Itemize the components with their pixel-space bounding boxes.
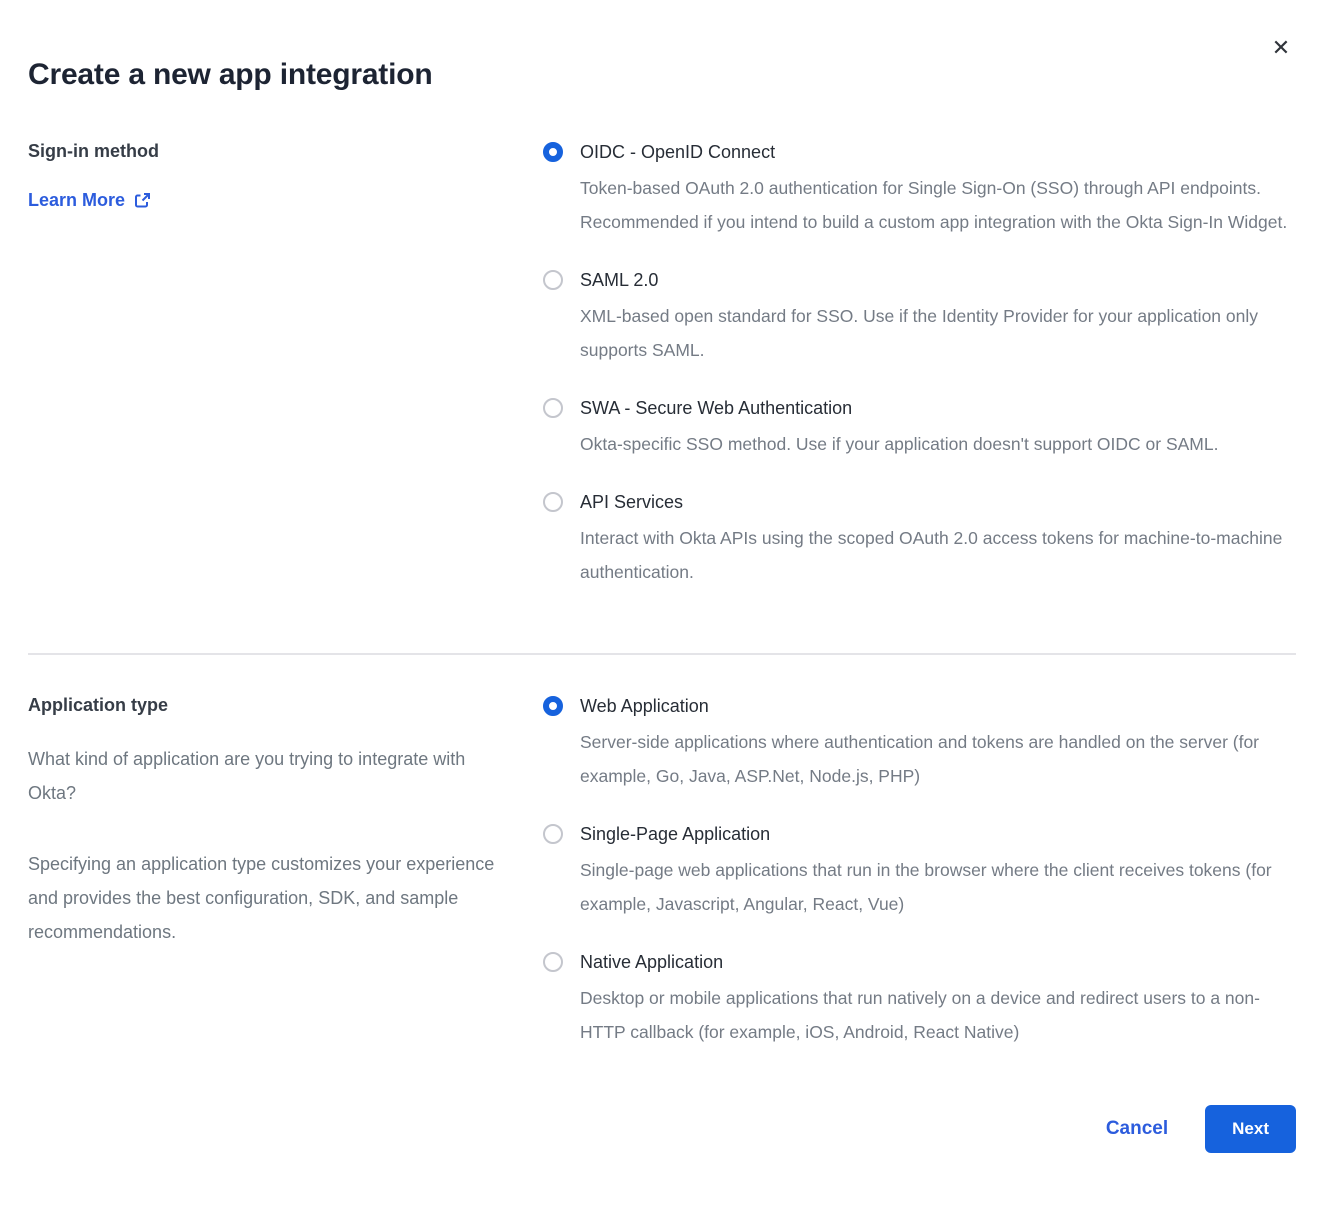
- application-type-section: Application type What kind of applicatio…: [28, 694, 1296, 1049]
- option-label[interactable]: Web Application: [580, 694, 1292, 718]
- option-description: Interact with Okta APIs using the scoped…: [580, 521, 1292, 589]
- application-type-heading: Application type: [28, 694, 513, 716]
- option-content: API Services Interact with Okta APIs usi…: [580, 490, 1292, 589]
- learn-more-label: Learn More: [28, 190, 125, 211]
- option-label[interactable]: Native Application: [580, 950, 1292, 974]
- radio-icon[interactable]: [543, 696, 563, 716]
- create-app-integration-dialog: ✕ Create a new app integration Sign-in m…: [0, 0, 1332, 1210]
- apptype-option-native[interactable]: Native Application Desktop or mobile app…: [543, 950, 1296, 1049]
- option-description: Single-page web applications that run in…: [580, 853, 1292, 921]
- signin-option-oidc[interactable]: OIDC - OpenID Connect Token-based OAuth …: [543, 140, 1296, 239]
- application-type-question: What kind of application are you trying …: [28, 742, 513, 810]
- application-type-detail: Specifying an application type customize…: [28, 847, 513, 949]
- signin-method-heading: Sign-in method: [28, 140, 513, 162]
- option-content: Web Application Server-side applications…: [580, 694, 1292, 793]
- learn-more-link[interactable]: Learn More: [28, 190, 151, 211]
- section-divider: [28, 653, 1296, 655]
- page-title: Create a new app integration: [28, 0, 1296, 92]
- apptype-option-web[interactable]: Web Application Server-side applications…: [543, 694, 1296, 793]
- option-content: Native Application Desktop or mobile app…: [580, 950, 1292, 1049]
- option-description: Server-side applications where authentic…: [580, 725, 1292, 793]
- application-type-options: Web Application Server-side applications…: [543, 694, 1296, 1049]
- radio-icon[interactable]: [543, 824, 563, 844]
- option-content: SWA - Secure Web Authentication Okta-spe…: [580, 396, 1218, 461]
- signin-method-options: OIDC - OpenID Connect Token-based OAuth …: [543, 140, 1296, 589]
- next-button[interactable]: Next: [1205, 1105, 1296, 1153]
- radio-icon[interactable]: [543, 142, 563, 162]
- signin-option-swa[interactable]: SWA - Secure Web Authentication Okta-spe…: [543, 396, 1296, 461]
- signin-method-left-col: Sign-in method Learn More: [28, 140, 543, 589]
- application-type-left-col: Application type What kind of applicatio…: [28, 694, 543, 1049]
- radio-icon[interactable]: [543, 952, 563, 972]
- option-description: Token-based OAuth 2.0 authentication for…: [580, 171, 1292, 239]
- option-label[interactable]: API Services: [580, 490, 1292, 514]
- option-label[interactable]: OIDC - OpenID Connect: [580, 140, 1292, 164]
- radio-icon[interactable]: [543, 398, 563, 418]
- option-description: XML-based open standard for SSO. Use if …: [580, 299, 1292, 367]
- radio-icon[interactable]: [543, 492, 563, 512]
- close-icon[interactable]: ✕: [1268, 36, 1294, 62]
- external-link-icon: [134, 192, 151, 209]
- option-content: OIDC - OpenID Connect Token-based OAuth …: [580, 140, 1292, 239]
- option-label[interactable]: SWA - Secure Web Authentication: [580, 396, 1218, 420]
- option-content: SAML 2.0 XML-based open standard for SSO…: [580, 268, 1292, 367]
- cancel-button[interactable]: Cancel: [1106, 1118, 1168, 1140]
- option-label[interactable]: Single-Page Application: [580, 822, 1292, 846]
- option-label[interactable]: SAML 2.0: [580, 268, 1292, 292]
- dialog-footer: Cancel Next: [28, 1105, 1296, 1153]
- option-description: Desktop or mobile applications that run …: [580, 981, 1292, 1049]
- signin-method-section: Sign-in method Learn More OIDC - OpenID …: [28, 140, 1296, 589]
- option-description: Okta-specific SSO method. Use if your ap…: [580, 427, 1218, 461]
- signin-option-api-services[interactable]: API Services Interact with Okta APIs usi…: [543, 490, 1296, 589]
- option-content: Single-Page Application Single-page web …: [580, 822, 1292, 921]
- signin-option-saml[interactable]: SAML 2.0 XML-based open standard for SSO…: [543, 268, 1296, 367]
- radio-icon[interactable]: [543, 270, 563, 290]
- apptype-option-spa[interactable]: Single-Page Application Single-page web …: [543, 822, 1296, 921]
